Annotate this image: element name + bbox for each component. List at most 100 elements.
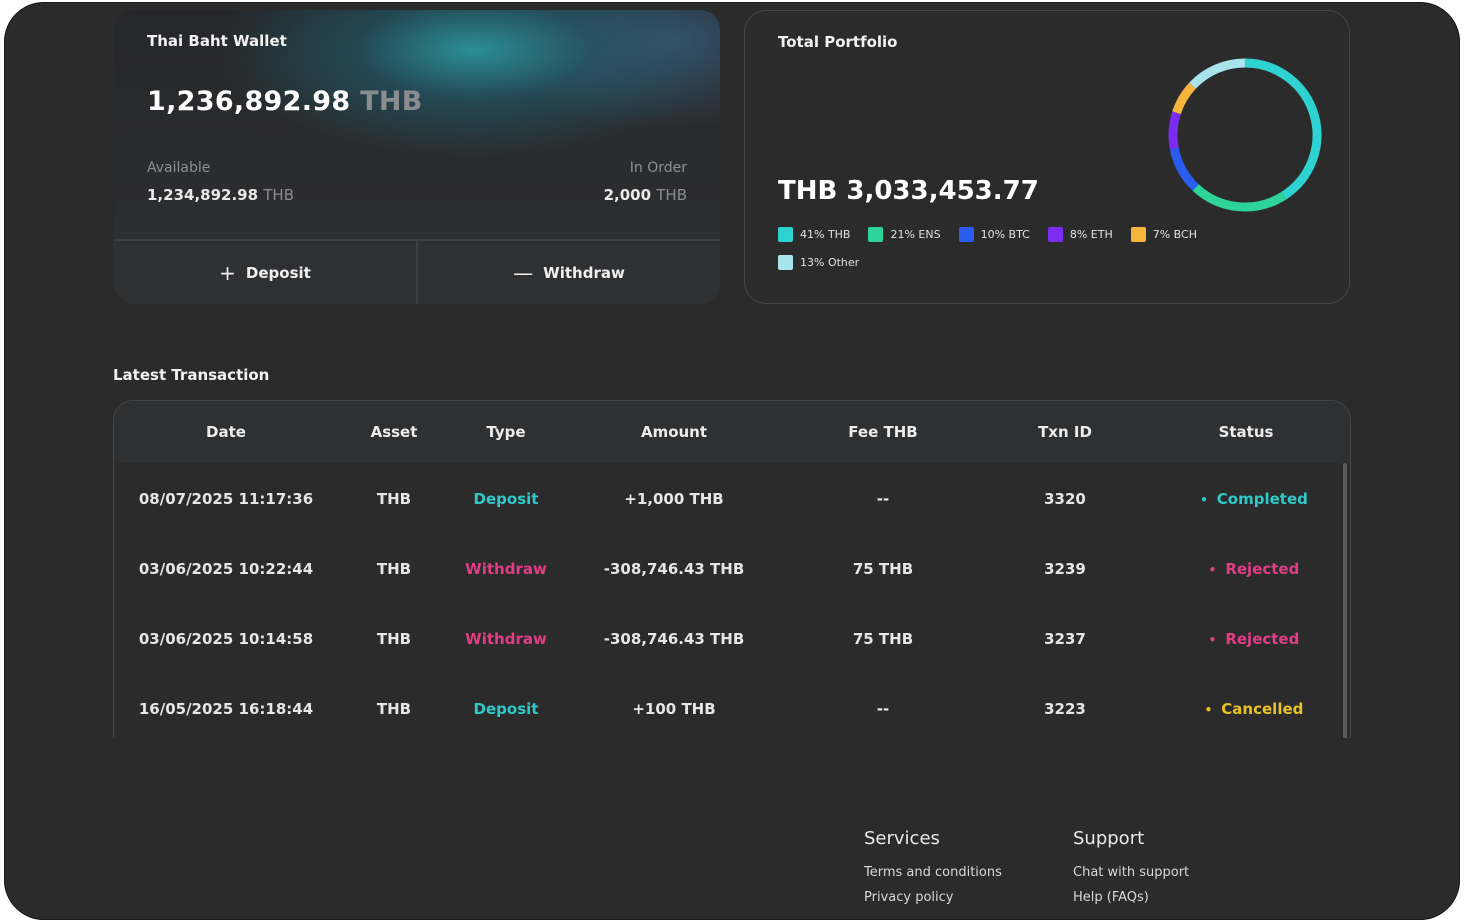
column-header-status[interactable]: Status — [1219, 423, 1274, 441]
wallet-card: Thai Baht Wallet 1,236,892.98 THB Availa… — [114, 10, 720, 304]
legend-label: 7% BCH — [1152, 227, 1197, 241]
cell-status: • Rejected — [1209, 560, 1300, 578]
cell-fee: -- — [876, 700, 890, 718]
cell-type: Deposit — [473, 700, 539, 718]
cell-asset: THB — [376, 560, 412, 578]
legend-label: 41% THB — [800, 227, 851, 241]
column-header-fee[interactable]: Fee THB — [848, 423, 917, 441]
wallet-title: Thai Baht Wallet — [147, 32, 287, 50]
legend-swatch — [868, 226, 884, 242]
status-dot-icon: • — [1208, 633, 1217, 647]
legend-swatch — [1047, 226, 1063, 242]
legend-item: 13% Other — [778, 254, 859, 270]
in-order-amount: 2,000 — [603, 186, 652, 204]
wallet-balance-value: 1,236,892.98 — [147, 86, 351, 117]
transaction-table: Date Asset Type Amount Fee THB Txn ID St… — [113, 400, 1351, 738]
table-scrollbar[interactable] — [1343, 463, 1347, 738]
available-amount: 1,234,892.98 — [147, 186, 259, 204]
footer-services-title: Services — [864, 828, 940, 849]
cell-amount: -308,746.43 THB — [603, 560, 745, 578]
cell-fee: -- — [876, 490, 890, 508]
in-order-label: In Order — [629, 160, 687, 176]
footer-support-title: Support — [1073, 828, 1145, 849]
donut-segment — [1192, 184, 1286, 212]
table-header: Date Asset Type Amount Fee THB Txn ID St… — [114, 401, 1350, 463]
portfolio-card: Total Portfolio THB 3,033,453.77 41% THB… — [744, 10, 1350, 304]
legend-label: 8% ETH — [1069, 227, 1113, 241]
cell-asset: THB — [376, 630, 412, 648]
portfolio-total: THB 3,033,453.77 — [778, 176, 1039, 206]
cell-txn-id: 3239 — [1044, 560, 1086, 578]
terms-link[interactable]: Terms and conditions — [864, 865, 1002, 880]
footer-services: Services Terms and conditions Privacy po… — [864, 828, 1002, 915]
latest-transaction-title: Latest Transaction — [113, 366, 270, 384]
help-faq-link[interactable]: Help (FAQs) — [1073, 890, 1189, 905]
status-dot-icon: • — [1208, 563, 1217, 577]
legend-swatch — [1130, 226, 1146, 242]
legend-swatch — [778, 226, 793, 242]
cell-date: 16/05/2025 16:18:44 — [138, 700, 314, 718]
table-row[interactable]: 16/05/2025 16:18:44 THB Deposit +100 THB -- 3… — [114, 673, 1350, 738]
wallet-balance-unit: THB — [360, 86, 423, 117]
deposit-button[interactable]: + Deposit — [114, 241, 416, 304]
cell-type: Deposit — [473, 490, 539, 508]
cell-txn-id: 3320 — [1044, 490, 1086, 508]
app-frame: Thai Baht Wallet 1,236,892.98 THB Availa… — [4, 2, 1460, 920]
privacy-link[interactable]: Privacy policy — [864, 890, 1002, 905]
cell-txn-id: 3223 — [1044, 700, 1086, 718]
column-header-type[interactable]: Type — [486, 423, 525, 441]
donut-segment — [1189, 58, 1246, 89]
column-header-asset[interactable]: Asset — [371, 423, 418, 441]
column-header-amount[interactable]: Amount — [641, 423, 707, 441]
footer-support: Support Chat with support Help (FAQs) — [1073, 828, 1189, 915]
deposit-label: Deposit — [245, 263, 311, 282]
table-row[interactable]: 03/06/2025 10:14:58 THB Withdraw -308,746.4… — [114, 603, 1350, 673]
in-order-value: 2,000 THB — [604, 186, 687, 204]
cell-asset: THB — [376, 490, 412, 508]
status-dot-icon: • — [1200, 493, 1208, 507]
donut-segment — [1168, 111, 1181, 150]
legend-swatch — [778, 254, 793, 270]
cell-amount: -308,746.43 THB — [603, 630, 745, 648]
available-label: Available — [147, 160, 211, 176]
column-header-txn-id[interactable]: Txn ID — [1038, 423, 1092, 441]
status-label: Rejected — [1225, 560, 1300, 578]
withdraw-button[interactable]: — Withdraw — [418, 241, 720, 304]
legend-label: 21% ENS — [890, 227, 941, 241]
withdraw-label: Withdraw — [543, 263, 625, 282]
status-label: Completed — [1216, 490, 1308, 508]
legend-item: 10% BTC — [958, 226, 1030, 242]
cell-amount: +1,000 THB — [624, 490, 724, 508]
donut-segment — [1172, 82, 1196, 115]
cell-asset: THB — [376, 700, 412, 718]
cell-amount: +100 THB — [632, 700, 716, 718]
portfolio-donut-chart — [1168, 58, 1322, 212]
cell-fee: 75 THB — [852, 560, 914, 578]
cell-fee: 75 THB — [852, 630, 914, 648]
cell-type: Withdraw — [465, 630, 547, 648]
legend-swatch — [958, 226, 974, 242]
in-order-unit: THB — [656, 186, 687, 204]
table-row[interactable]: 03/06/2025 10:22:44 THB Withdraw -308,746.4… — [114, 533, 1350, 603]
available-value: 1,234,892.98 THB — [147, 186, 294, 204]
cell-date: 03/06/2025 10:22:44 — [138, 560, 314, 578]
donut-segment — [1169, 147, 1199, 191]
legend-item: 8% ETH — [1047, 226, 1113, 242]
donut-segment — [1244, 58, 1322, 200]
cell-status: • Rejected — [1209, 630, 1300, 648]
chat-support-link[interactable]: Chat with support — [1073, 865, 1189, 880]
legend-label: 13% Other — [800, 255, 860, 269]
legend-label: 10% BTC — [980, 227, 1030, 241]
minus-icon: — — [513, 260, 534, 285]
table-row[interactable]: 08/07/2025 11:17:36 THB Deposit +1,000 THB -… — [114, 463, 1350, 533]
column-header-date[interactable]: Date — [206, 423, 246, 441]
status-dot-icon: • — [1204, 703, 1213, 717]
legend-item: 7% BCH — [1130, 226, 1197, 242]
status-label: Cancelled — [1221, 700, 1304, 718]
legend-item: 21% ENS — [868, 226, 941, 242]
wallet-balance: 1,236,892.98 THB — [147, 86, 423, 117]
cell-date: 03/06/2025 10:14:58 — [138, 630, 314, 648]
cell-status: • Cancelled — [1205, 700, 1304, 718]
cell-date: 08/07/2025 11:17:36 — [138, 490, 314, 508]
portfolio-title: Total Portfolio — [778, 33, 898, 51]
